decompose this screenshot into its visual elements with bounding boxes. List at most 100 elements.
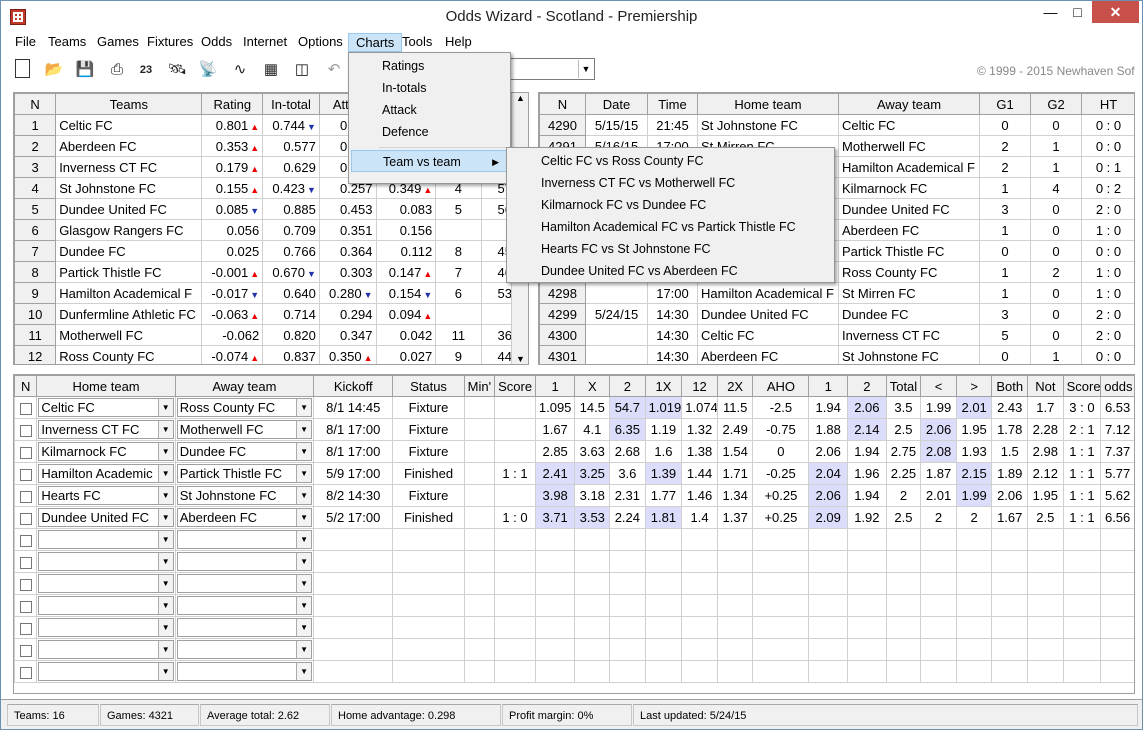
fixture-col-header[interactable]: X (574, 375, 611, 397)
col-g2[interactable]: G2 (1030, 93, 1082, 115)
home-team-select[interactable]: ▼ (38, 574, 174, 593)
away-team-select[interactable]: ▼ (176, 574, 313, 593)
fixture-checkbox[interactable] (19, 666, 32, 679)
fixture-col-header[interactable]: Status (392, 375, 465, 397)
fixture-row[interactable]: ▼ ▼ (14, 594, 1134, 617)
chevron-down-icon[interactable]: ▼ (157, 597, 173, 614)
fixture-row[interactable]: ▼ ▼ (14, 616, 1134, 639)
col-teams[interactable]: Teams (55, 93, 203, 115)
fixture-col-header[interactable]: AHO (752, 375, 810, 397)
fixture-checkbox[interactable] (19, 468, 32, 481)
menu-games[interactable]: Games (90, 33, 146, 52)
fixture-col-header[interactable]: Score (1062, 375, 1102, 397)
menu-odds[interactable]: Odds (194, 33, 239, 52)
submenu-item[interactable]: Hearts FC vs St Johnstone FC (509, 238, 832, 260)
fixture-col-header[interactable]: 2X (716, 375, 754, 397)
satellite-icon[interactable]: 🛰 (166, 59, 188, 81)
game-row[interactable]: 4299 5/24/15 14:30 Dundee United FC Dundee F… (539, 303, 1134, 325)
away-team-select[interactable]: Dundee FC ▼ (176, 442, 313, 461)
chevron-down-icon[interactable]: ▼ (296, 531, 312, 548)
chevron-down-icon[interactable]: ▼ (296, 509, 312, 526)
fixture-col-header[interactable]: 1 (534, 375, 576, 397)
away-team-select[interactable]: Partick Thistle FC ▼ (176, 464, 313, 483)
menu-tools[interactable]: Tools (395, 33, 439, 52)
home-team-select[interactable]: ▼ (38, 596, 174, 615)
fixtures-icon[interactable]: 23 (135, 59, 157, 81)
fixture-row[interactable]: Kilmarnock FC ▼ Dundee FC ▼ 8/1 17:00 Fixture… (14, 440, 1134, 463)
calculator-icon[interactable]: ▦ (260, 59, 282, 81)
game-row[interactable]: 4300 14:30 Celtic FC Inverness CT FC 5 0 2 : 0 (539, 324, 1134, 346)
fixture-col-header[interactable]: odds (1100, 375, 1134, 397)
menu-help[interactable]: Help (438, 33, 479, 52)
chevron-down-icon[interactable]: ▼ (296, 421, 312, 438)
minimize-button[interactable]: — (1037, 1, 1064, 23)
away-team-select[interactable]: Motherwell FC ▼ (176, 420, 313, 439)
charts-item-defence[interactable]: Defence (351, 121, 508, 143)
fixture-checkbox[interactable] (19, 644, 32, 657)
home-team-select[interactable]: Hearts FC ▼ (38, 486, 174, 505)
menu-fixtures[interactable]: Fixtures (140, 33, 200, 52)
chevron-down-icon[interactable]: ▼ (157, 509, 173, 526)
chart-icon[interactable]: ∿ (229, 59, 251, 81)
col-time[interactable]: Time (647, 93, 698, 115)
chevron-down-icon[interactable]: ▼ (157, 421, 173, 438)
fixture-col-header[interactable]: N (14, 375, 38, 397)
fixture-row[interactable]: Hamilton Academic ▼ Partick Thistle FC ▼ 5/9… (14, 462, 1134, 485)
open-folder-icon[interactable]: 📂 (43, 59, 65, 81)
col-date[interactable]: Date (585, 93, 648, 115)
fixture-checkbox[interactable] (19, 556, 32, 569)
charts-item-ratings[interactable]: Ratings (351, 55, 508, 77)
fixture-checkbox[interactable] (19, 512, 32, 525)
fixture-checkbox[interactable] (19, 402, 32, 415)
away-team-select[interactable]: ▼ (176, 552, 313, 571)
fixture-row[interactable]: Hearts FC ▼ St Johnstone FC ▼ 8/2 14:30 Fixtu… (14, 484, 1134, 507)
dish-icon[interactable]: 📡 (197, 59, 219, 81)
chevron-down-icon[interactable]: ▼ (296, 443, 312, 460)
fixture-row[interactable]: Inverness CT FC ▼ Motherwell FC ▼ 8/1 17:00 F… (14, 418, 1134, 441)
fixture-col-header[interactable]: 1 (808, 375, 849, 397)
chevron-down-icon[interactable]: ▼ (157, 487, 173, 504)
game-row[interactable]: 4301 14:30 Aberdeen FC St Johnstone FC 0 1 0 :… (539, 345, 1134, 364)
chevron-down-icon[interactable]: ▼ (296, 487, 312, 504)
fixture-row[interactable]: Celtic FC ▼ Ross County FC ▼ 8/1 14:45 Fixtur… (14, 396, 1134, 419)
fixture-row[interactable]: ▼ ▼ (14, 638, 1134, 661)
league-select[interactable]: ▼ (509, 58, 595, 80)
chevron-down-icon[interactable]: ▼ (296, 465, 312, 482)
fixture-col-header[interactable]: Total (885, 375, 922, 397)
home-team-select[interactable]: Hamilton Academic ▼ (38, 464, 174, 483)
chevron-down-icon[interactable]: ▼ (157, 641, 173, 658)
charts-item-attack[interactable]: Attack (351, 99, 508, 121)
fixture-col-header[interactable]: < (920, 375, 957, 397)
away-team-select[interactable]: ▼ (176, 530, 313, 549)
chevron-down-icon[interactable]: ▼ (578, 60, 593, 78)
submenu-item[interactable]: Kilmarnock FC vs Dundee FC (509, 194, 832, 216)
home-team-select[interactable]: ▼ (38, 530, 174, 549)
home-team-select[interactable]: Celtic FC ▼ (38, 398, 174, 417)
submenu-item[interactable]: Inverness CT FC vs Motherwell FC (509, 172, 832, 194)
chevron-down-icon[interactable]: ▼ (296, 641, 312, 658)
fixture-col-header[interactable]: > (955, 375, 993, 397)
home-team-select[interactable]: Kilmarnock FC ▼ (38, 442, 174, 461)
submenu-item[interactable]: Hamilton Academical FC vs Partick Thistl… (509, 216, 832, 238)
home-team-select[interactable]: ▼ (38, 618, 174, 637)
team-row[interactable]: 12 Ross County FC -0.074 ▲ 0.837 0.350 ▲ 0.027 9… (14, 345, 528, 364)
team-row[interactable]: 8 Partick Thistle FC -0.001 ▲ 0.670 ▼ 0.303 0.1… (14, 261, 528, 283)
grid-icon[interactable]: ◫ (291, 59, 313, 81)
fixture-col-header[interactable]: Away team (174, 375, 315, 397)
away-team-select[interactable]: ▼ (176, 596, 313, 615)
scroll-up-icon[interactable]: ▲ (512, 93, 528, 103)
fixture-row[interactable]: Dundee United FC ▼ Aberdeen FC ▼ 5/2 17:00 Fi… (14, 506, 1134, 529)
fixture-checkbox[interactable] (19, 622, 32, 635)
chevron-down-icon[interactable]: ▼ (296, 663, 312, 680)
fixture-col-header[interactable]: Not (1027, 375, 1064, 397)
menu-internet[interactable]: Internet (236, 33, 294, 52)
away-team-select[interactable]: Aberdeen FC ▼ (176, 508, 313, 527)
chevron-down-icon[interactable]: ▼ (157, 619, 173, 636)
menu-file[interactable]: File (8, 33, 43, 52)
fixture-checkbox[interactable] (19, 490, 32, 503)
fixture-checkbox[interactable] (19, 534, 32, 547)
away-team-select[interactable]: ▼ (176, 618, 313, 637)
fixture-checkbox[interactable] (19, 424, 32, 437)
scroll-down-icon[interactable]: ▼ (512, 354, 528, 364)
home-team-select[interactable]: ▼ (38, 552, 174, 571)
